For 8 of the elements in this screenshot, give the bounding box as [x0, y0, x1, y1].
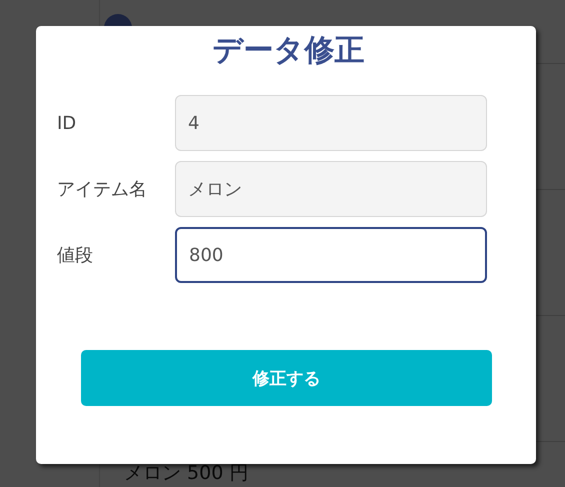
input-field[interactable]: 800 [175, 227, 487, 283]
input-field[interactable]: メロン [175, 161, 487, 217]
item-text: メロン 500 円 [124, 462, 248, 484]
field-label: アイテム名 [57, 178, 148, 201]
dialog-title: データ修正 [212, 32, 364, 70]
field-label: ID [57, 112, 78, 134]
field-label: 値段 [57, 244, 94, 267]
input-field[interactable]: 4 [175, 95, 487, 151]
